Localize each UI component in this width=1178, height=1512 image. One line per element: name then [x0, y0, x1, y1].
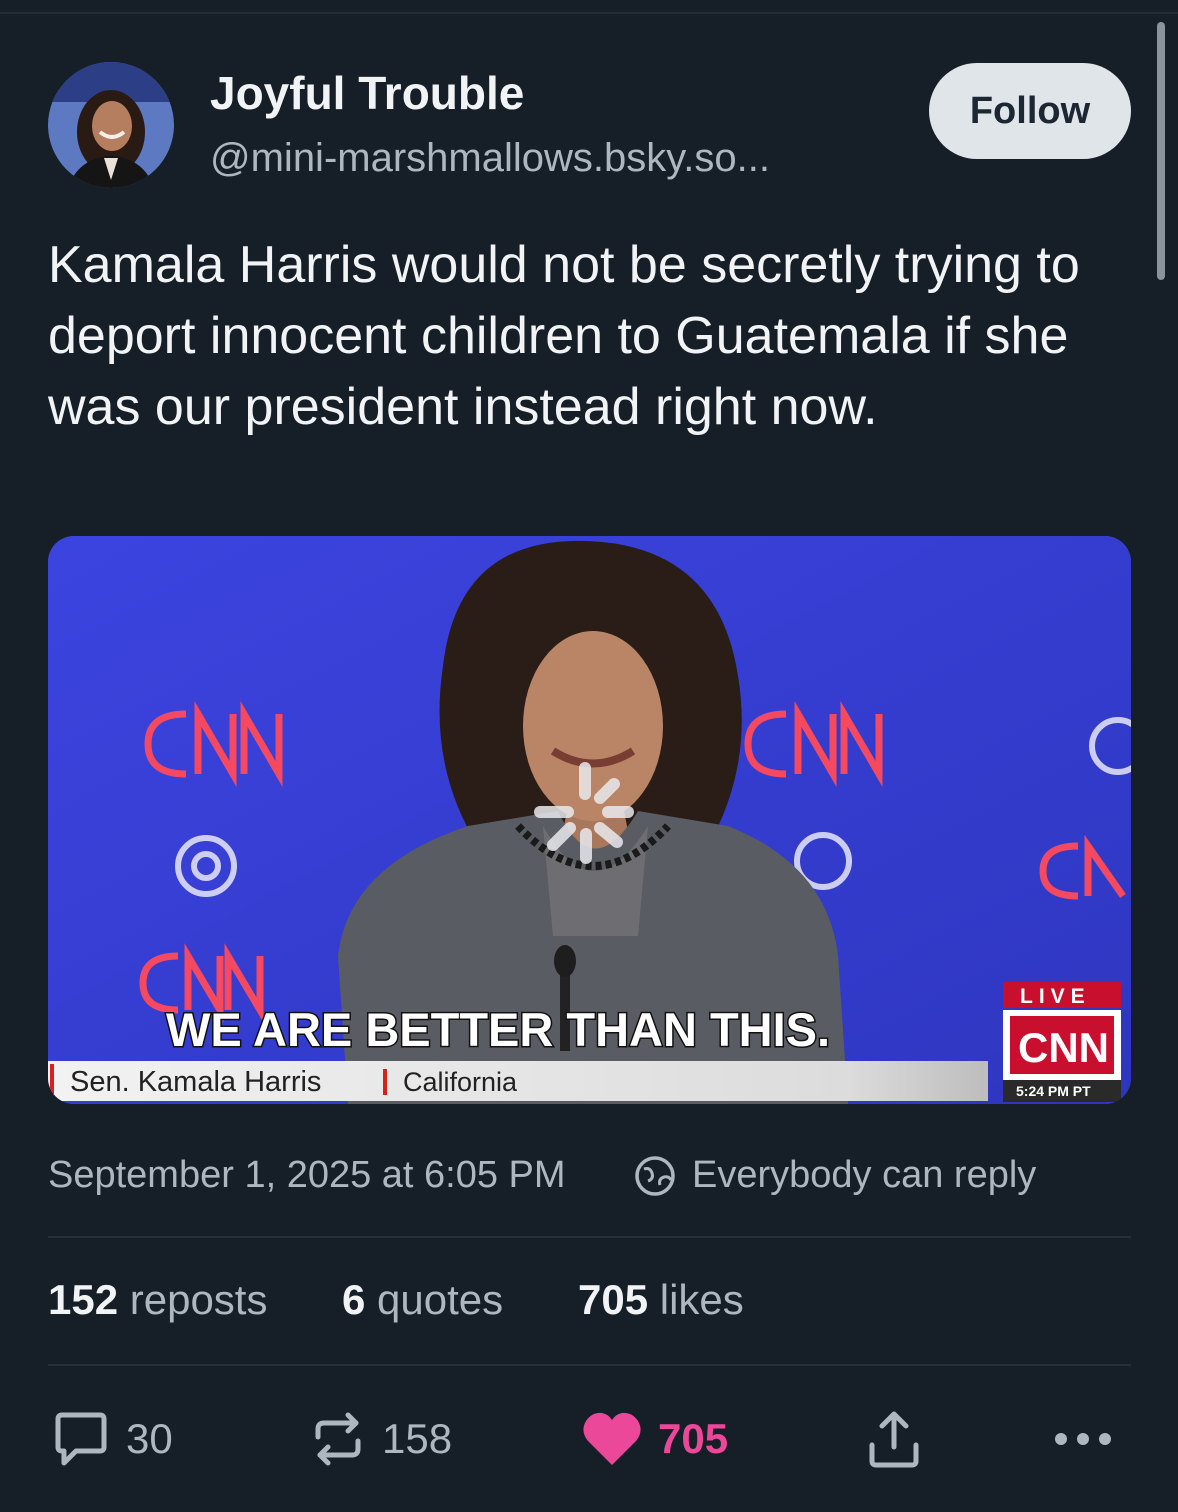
share-icon — [869, 1411, 919, 1468]
author-avatar[interactable] — [48, 62, 174, 188]
reply-icon — [55, 1412, 107, 1466]
repost-button[interactable]: 158 — [310, 1404, 452, 1474]
repost-icon — [315, 1412, 361, 1466]
like-button[interactable]: 705 — [582, 1404, 728, 1474]
reposts-count: 152 — [48, 1276, 119, 1323]
post-media-video[interactable]: WE ARE BETTER THAN THIS. Sen. Kamala Har… — [48, 536, 1131, 1104]
share-button[interactable] — [866, 1404, 922, 1474]
time-label: 5:24 PM PT — [1016, 1083, 1091, 1099]
live-label: LIVE — [1020, 985, 1091, 1008]
post-timestamp[interactable]: September 1, 2025 at 6:05 PM — [48, 1154, 566, 1197]
quotes-label: quotes — [377, 1276, 504, 1323]
author-handle[interactable]: @mini-marshmallows.bsky.so... — [210, 136, 770, 181]
author-name[interactable]: Joyful Trouble — [210, 66, 524, 120]
chyron-name: Sen. Kamala Harris — [70, 1066, 321, 1098]
reposts-label: reposts — [129, 1276, 268, 1323]
reply-setting[interactable]: Everybody can reply — [692, 1154, 1036, 1197]
more-button[interactable] — [1053, 1404, 1113, 1474]
like-count: 705 — [658, 1415, 729, 1462]
repost-count: 158 — [382, 1415, 453, 1462]
more-icon — [1055, 1433, 1111, 1445]
quotes-stat[interactable]: 6 quotes — [342, 1276, 503, 1324]
post-text: Kamala Harris would not be secretly tryi… — [48, 236, 1080, 436]
likes-stat[interactable]: 705 likes — [578, 1276, 744, 1324]
quotes-count: 6 — [342, 1276, 366, 1323]
globe-icon — [635, 1156, 675, 1196]
likes-label: likes — [659, 1276, 744, 1323]
top-divider — [0, 12, 1178, 14]
divider — [48, 1236, 1131, 1238]
follow-button[interactable]: Follow — [929, 63, 1131, 159]
network-logo: CNN — [1018, 1024, 1109, 1071]
chyron-location: California — [403, 1067, 518, 1097]
reply-button[interactable]: 30 — [52, 1404, 173, 1474]
heart-icon — [583, 1412, 641, 1465]
divider — [48, 1364, 1131, 1366]
likes-count: 705 — [578, 1276, 649, 1323]
media-caption: WE ARE BETTER THAN THIS. — [166, 1003, 830, 1056]
reposts-stat[interactable]: 152 reposts — [48, 1276, 267, 1324]
reply-count: 30 — [126, 1415, 173, 1462]
scrollbar[interactable] — [1157, 22, 1165, 280]
